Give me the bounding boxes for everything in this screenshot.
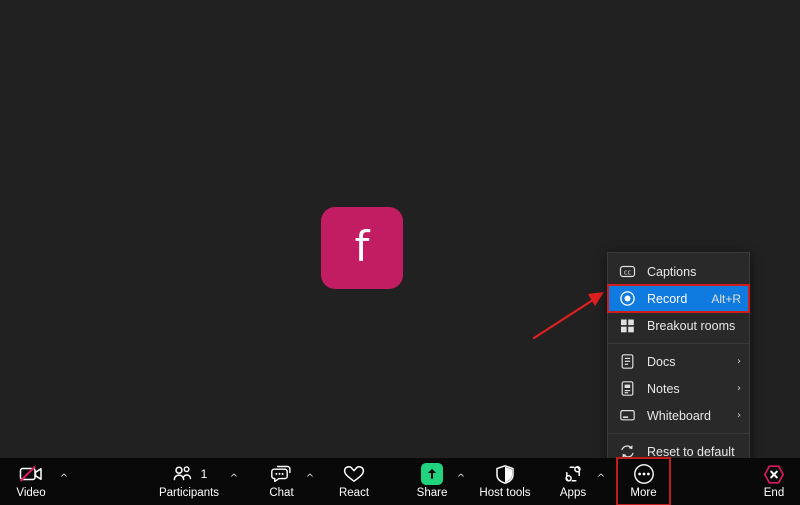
grid-icon — [619, 317, 636, 334]
menu-item-notes[interactable]: Notes › — [608, 375, 749, 402]
more-options-menu[interactable]: cc Captions Record Alt+R Breakout rooms … — [607, 252, 750, 471]
people-icon: 1 — [171, 463, 208, 485]
video-options-caret[interactable]: ^ — [57, 458, 71, 505]
menu-item-docs[interactable]: Docs › — [608, 348, 749, 375]
toolbar-button-apps[interactable]: Apps — [553, 458, 593, 505]
toolbar-button-react[interactable]: React — [333, 458, 375, 505]
toolbar-button-label: Participants — [158, 487, 220, 499]
chat-options-caret[interactable]: ^ — [303, 458, 317, 505]
chevron-right-icon: › — [737, 382, 741, 394]
toolbar-button-label: Video — [16, 487, 46, 499]
svg-text:cc: cc — [624, 268, 632, 276]
apps-icon — [561, 463, 585, 485]
toolbar-button-label: React — [338, 487, 370, 499]
ellipsis-icon — [633, 463, 655, 485]
share-up-icon — [421, 463, 443, 485]
meeting-toolbar: Video ^ 1 Participants ^ Chat ^ React Sh… — [0, 457, 800, 505]
menu-item-label: Docs — [647, 354, 676, 369]
shield-icon — [494, 463, 516, 485]
whiteboard-icon — [619, 407, 636, 424]
menu-item-label: Reset to default — [647, 444, 735, 459]
menu-item-label: Record — [647, 291, 688, 306]
meeting-window: f cc Captions Record Alt+R Breakout room… — [0, 0, 800, 505]
menu-item-label: Breakout rooms — [647, 318, 736, 333]
notes-icon — [619, 380, 636, 397]
participant-avatar-tile[interactable]: f — [321, 207, 403, 289]
toolbar-button-more[interactable]: More — [616, 457, 671, 505]
toolbar-button-label: Chat — [269, 487, 294, 499]
camera-off-icon — [18, 463, 44, 485]
toolbar-button-chat[interactable]: Chat — [263, 458, 300, 505]
toolbar-button-label: Share — [416, 487, 448, 499]
participants-options-caret[interactable]: ^ — [227, 458, 241, 505]
menu-item-captions[interactable]: cc Captions — [608, 258, 749, 285]
participant-count: 1 — [200, 467, 208, 481]
toolbar-button-label: Host tools — [479, 487, 531, 499]
toolbar-button-label: More — [630, 487, 657, 499]
heart-icon — [342, 463, 366, 485]
chat-icon — [270, 463, 294, 485]
toolbar-button-end[interactable]: End — [755, 458, 793, 505]
chevron-right-icon: › — [737, 409, 741, 421]
menu-item-shortcut: Alt+R — [711, 291, 741, 306]
menu-item-record[interactable]: Record Alt+R — [607, 284, 750, 313]
menu-item-label: Whiteboard — [647, 408, 711, 423]
menu-item-whiteboard[interactable]: Whiteboard › — [608, 402, 749, 429]
menu-separator — [608, 433, 749, 434]
annotation-arrow-icon — [532, 292, 604, 340]
avatar-initial: f — [354, 222, 370, 271]
toolbar-button-label: End — [763, 487, 785, 499]
toolbar-button-host-tools[interactable]: Host tools — [473, 458, 537, 505]
apps-options-caret[interactable]: ^ — [594, 458, 608, 505]
record-icon — [619, 290, 636, 307]
menu-item-label: Notes — [647, 381, 680, 396]
share-options-caret[interactable]: ^ — [454, 458, 468, 505]
toolbar-button-label: Apps — [559, 487, 587, 499]
menu-separator — [608, 343, 749, 344]
document-icon — [619, 353, 636, 370]
menu-item-breakout-rooms[interactable]: Breakout rooms — [608, 312, 749, 339]
toolbar-button-video[interactable]: Video — [8, 458, 54, 505]
menu-item-label: Captions — [647, 264, 697, 279]
captions-icon: cc — [619, 263, 636, 280]
toolbar-button-share[interactable]: Share — [411, 458, 453, 505]
chevron-right-icon: › — [737, 355, 741, 367]
toolbar-button-participants[interactable]: 1 Participants — [153, 458, 225, 505]
end-call-icon — [763, 463, 785, 485]
